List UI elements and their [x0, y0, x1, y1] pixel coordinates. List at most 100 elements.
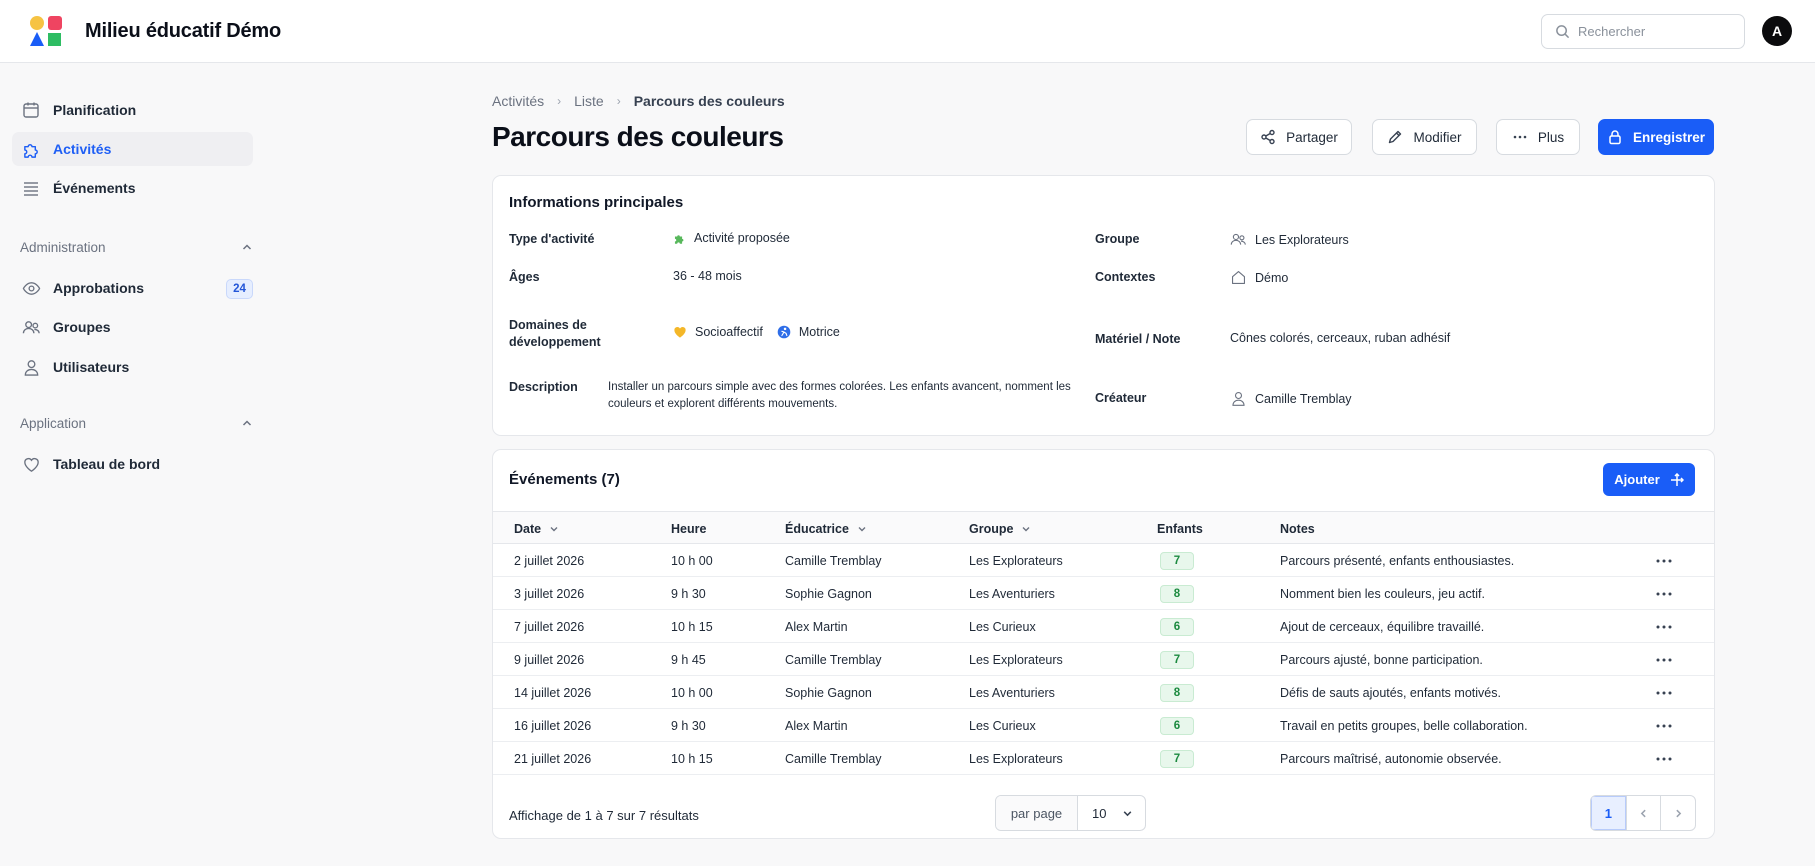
cell-time: 9 h 30	[671, 718, 706, 733]
table-row[interactable]: 3 juillet 2026 9 h 30 Sophie Gagnon Les Ave…	[493, 577, 1714, 610]
row-actions-menu-icon[interactable]	[1654, 554, 1674, 568]
sidebar-item-groupes[interactable]: Groupes	[12, 310, 253, 344]
description-label: Description	[509, 380, 578, 394]
group-text: Les Explorateurs	[1255, 232, 1349, 247]
section-application-toggle[interactable]: Application	[20, 413, 253, 433]
edit-button-label: Modifier	[1413, 129, 1462, 145]
domains-value: Socioaffectif Motrice	[673, 325, 854, 339]
cell-date: 9 juillet 2026	[514, 652, 585, 667]
cell-educator: Alex Martin	[785, 718, 848, 733]
cell-date: 2 juillet 2026	[514, 553, 585, 568]
pencil-icon	[1389, 130, 1402, 144]
breadcrumb-liste[interactable]: Liste	[574, 93, 604, 109]
chevron-right-icon: ›	[616, 94, 621, 108]
cell-educator: Camille Tremblay	[785, 751, 882, 766]
table-row[interactable]: 21 juillet 2026 10 h 15 Camille Tremblay Le…	[493, 742, 1714, 775]
column-header-date[interactable]: Date	[514, 512, 559, 545]
row-actions-menu-icon[interactable]	[1654, 719, 1674, 733]
column-header-kids: Enfants	[1157, 521, 1203, 536]
table-row[interactable]: 14 juillet 2026 10 h 00 Sophie Gagnon Les A…	[493, 676, 1714, 709]
save-button[interactable]: Enregistrer	[1598, 119, 1714, 155]
home-icon	[1230, 269, 1247, 286]
contexts-label: Contextes	[1095, 270, 1156, 284]
chevron-right-icon: ›	[557, 94, 562, 108]
sidebar-item-evenements[interactable]: Événements	[12, 171, 253, 205]
cell-kids: 8	[1160, 577, 1194, 610]
row-actions-menu-icon[interactable]	[1654, 620, 1674, 634]
table-row[interactable]: 2 juillet 2026 10 h 00 Camille Tremblay Les…	[493, 544, 1714, 577]
cell-time: 10 h 00	[671, 685, 713, 700]
domain-label: Motrice	[798, 325, 840, 339]
plus-move-icon	[1670, 472, 1684, 486]
user-icon	[21, 357, 41, 377]
sidebar-item-label: Tableau de bord	[53, 456, 161, 472]
approvals-count-badge: 24	[226, 279, 253, 299]
search-input[interactable]	[1578, 15, 1738, 48]
section-administration-toggle[interactable]: Administration	[20, 237, 253, 257]
per-page-select[interactable]: 10	[1078, 796, 1145, 830]
cell-group: Les Aventuriers	[969, 586, 1055, 601]
add-event-button-label: Ajouter	[1614, 472, 1660, 487]
pagination: 1	[1590, 795, 1696, 831]
section-title: Administration	[20, 239, 106, 255]
table-row[interactable]: 9 juillet 2026 9 h 45 Camille Tremblay Les …	[493, 643, 1714, 676]
search-box[interactable]	[1541, 14, 1745, 49]
sidebar-item-approbations[interactable]: Approbations 24	[12, 271, 253, 305]
cell-group: Les Curieux	[969, 619, 1036, 634]
main-info-card: Informations principales Type d'activité…	[492, 175, 1715, 436]
results-summary: Affichage de 1 à 7 sur 7 résultats	[509, 808, 699, 823]
app-logo[interactable]	[29, 15, 65, 47]
cell-notes: Parcours ajusté, bonne participation.	[1280, 652, 1483, 667]
heart-icon	[21, 454, 41, 474]
puzzle-icon	[673, 232, 686, 245]
row-actions-menu-icon[interactable]	[1654, 653, 1674, 667]
activity-type-value: Activité proposée	[673, 231, 790, 245]
row-actions-menu-icon[interactable]	[1654, 686, 1674, 700]
column-label: Date	[514, 521, 542, 536]
table-row[interactable]: 16 juillet 2026 9 h 30 Alex Martin Les Curi…	[493, 709, 1714, 742]
ages-label: Âges	[509, 270, 540, 284]
kids-count-badge: 6	[1160, 716, 1194, 735]
kids-count-badge: 8	[1160, 683, 1194, 702]
share-button[interactable]: Partager	[1246, 119, 1352, 155]
cell-time: 9 h 30	[671, 586, 706, 601]
sidebar-item-tableau-de-bord[interactable]: Tableau de bord	[12, 447, 253, 481]
users-icon	[21, 317, 41, 337]
more-button[interactable]: Plus	[1496, 119, 1580, 155]
user-avatar[interactable]: A	[1762, 16, 1792, 46]
per-page-value: 10	[1092, 805, 1107, 821]
page-1-button[interactable]: 1	[1591, 796, 1626, 830]
cell-notes: Nomment bien les couleurs, jeu actif.	[1280, 586, 1485, 601]
row-actions-menu-icon[interactable]	[1654, 587, 1674, 601]
sidebar-item-activites[interactable]: Activités	[12, 132, 253, 166]
row-actions-menu-icon[interactable]	[1654, 752, 1674, 766]
material-label: Matériel / Note	[1095, 332, 1181, 346]
edit-button[interactable]: Modifier	[1372, 119, 1477, 155]
column-header-educator[interactable]: Éducatrice	[785, 512, 867, 545]
breadcrumb-activites[interactable]: Activités	[492, 93, 544, 109]
cell-date: 21 juillet 2026	[514, 751, 592, 766]
save-button-label: Enregistrer	[1632, 129, 1706, 145]
user-icon	[1230, 390, 1247, 407]
chevron-down-icon	[858, 526, 866, 531]
table-row[interactable]: 7 juillet 2026 10 h 15 Alex Martin Les Curi…	[493, 610, 1714, 643]
sidebar-item-planification[interactable]: Planification	[12, 93, 253, 127]
cell-kids: 7	[1160, 643, 1194, 676]
next-page-button[interactable]	[1660, 796, 1695, 830]
share-button-label: Partager	[1286, 129, 1338, 145]
cell-time: 10 h 00	[671, 553, 713, 568]
breadcrumb: Activités › Liste › Parcours des couleur…	[492, 93, 785, 109]
cell-educator: Sophie Gagnon	[785, 586, 872, 601]
events-title: Événements (7)	[509, 471, 620, 488]
previous-page-button[interactable]	[1625, 796, 1661, 830]
chevron-down-icon	[1022, 526, 1030, 531]
chevron-up-icon	[242, 420, 252, 426]
cell-educator: Sophie Gagnon	[785, 685, 872, 700]
cell-kids: 7	[1160, 742, 1194, 775]
add-event-button[interactable]: Ajouter	[1603, 463, 1695, 496]
cell-educator: Camille Tremblay	[785, 553, 882, 568]
running-figure-icon	[777, 325, 791, 339]
column-header-group[interactable]: Groupe	[969, 512, 1031, 545]
sidebar-item-utilisateurs[interactable]: Utilisateurs	[12, 350, 253, 384]
cell-notes: Travail en petits groupes, belle collabo…	[1280, 718, 1528, 733]
